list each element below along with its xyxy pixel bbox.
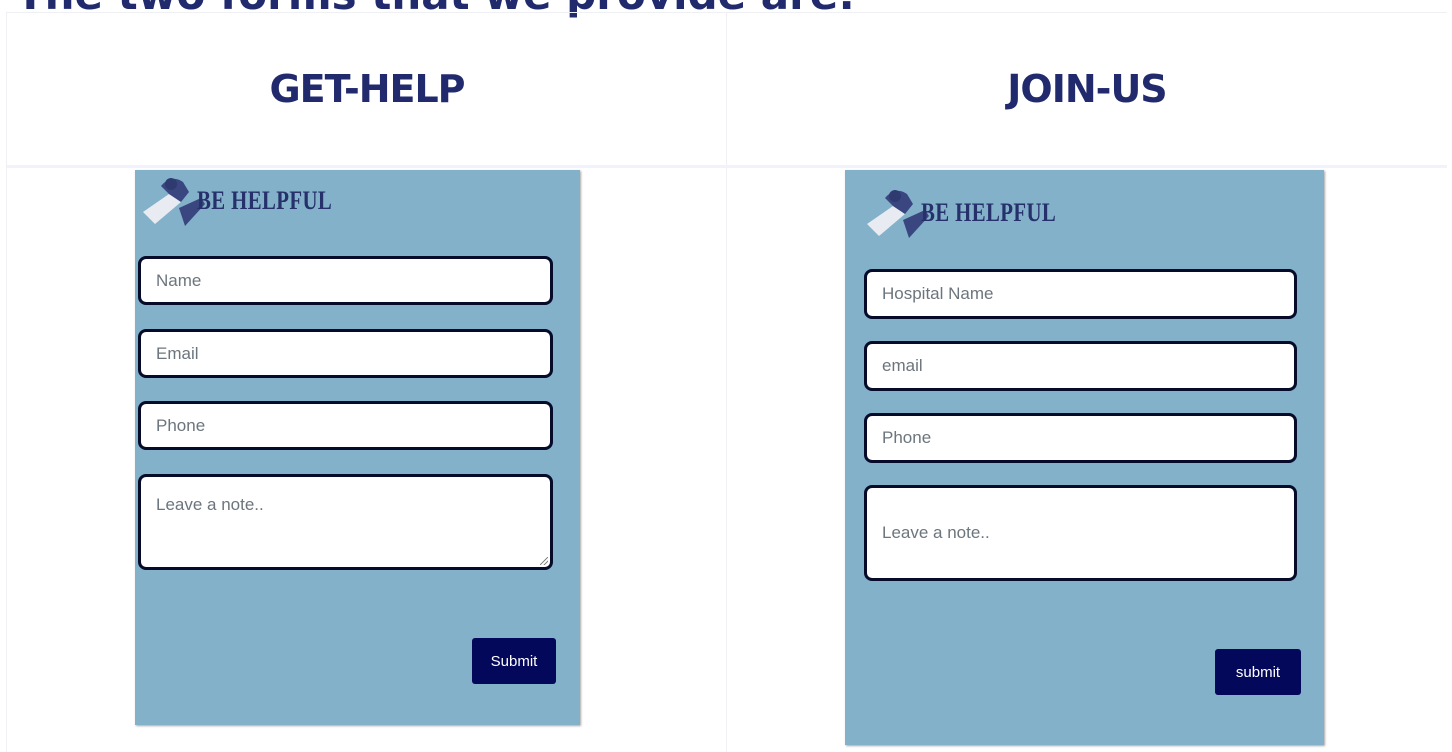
submit-button[interactable]: Submit bbox=[472, 638, 556, 684]
email-placeholder: email bbox=[882, 356, 923, 375]
submit-button[interactable]: submit bbox=[1215, 649, 1301, 695]
brand-logo: BE HELPFUL bbox=[141, 172, 366, 230]
phone-placeholder: Phone bbox=[882, 428, 932, 447]
note-textarea[interactable]: Leave a note.. bbox=[138, 474, 553, 570]
email-input[interactable]: email bbox=[864, 341, 1297, 391]
column-title-get-help: GET-HELP bbox=[269, 67, 465, 111]
note-placeholder: Leave a note.. bbox=[156, 495, 264, 514]
note-textarea[interactable]: Leave a note.. bbox=[864, 485, 1297, 581]
column-title-join-us: JOIN-US bbox=[1007, 67, 1167, 111]
name-placeholder: Name bbox=[156, 270, 202, 290]
phone-input[interactable]: Phone bbox=[138, 401, 553, 450]
phone-input[interactable]: Phone bbox=[864, 413, 1297, 463]
hospital-name-input[interactable]: Hospital Name bbox=[864, 269, 1297, 319]
note-placeholder: Leave a note.. bbox=[882, 523, 990, 542]
brand-name: BE HELPFUL bbox=[921, 198, 1057, 227]
get-help-form: BE HELPFUL Name Email Phone Leave a note… bbox=[135, 170, 580, 725]
name-input[interactable]: Name bbox=[138, 256, 553, 305]
phone-placeholder: Phone bbox=[156, 415, 206, 435]
brand-logo: BE HELPFUL bbox=[865, 184, 1090, 242]
email-input[interactable]: Email bbox=[138, 329, 553, 378]
hospital-name-placeholder: Hospital Name bbox=[882, 284, 994, 303]
table-header-row: GET-HELP JOIN-US bbox=[7, 12, 1447, 168]
join-us-form: BE HELPFUL Hospital Name email Phone Lea… bbox=[845, 170, 1324, 745]
resize-handle[interactable] bbox=[540, 557, 548, 565]
email-placeholder: Email bbox=[156, 343, 199, 363]
brand-name: BE HELPFUL bbox=[197, 186, 333, 215]
